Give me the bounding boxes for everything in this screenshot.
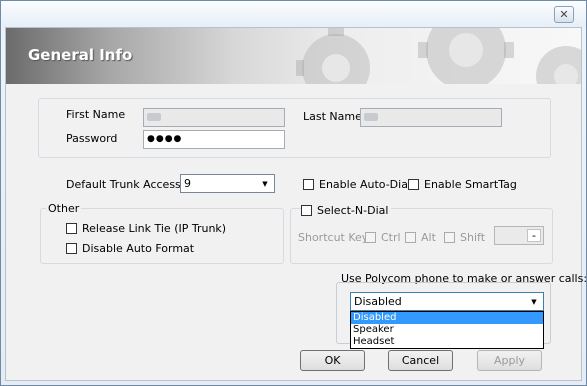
polycom-select[interactable]: Disabled ▼ (350, 292, 544, 311)
other-group (40, 208, 284, 264)
last-name-field[interactable] (360, 108, 502, 127)
other-group-title: Other (46, 202, 82, 215)
dropdown-option-disabled[interactable]: Disabled (351, 312, 543, 324)
checkbox-box (408, 179, 419, 190)
select-n-dial-label: Select-N-Dial (317, 204, 389, 217)
ok-button[interactable]: OK (300, 350, 365, 371)
polycom-selected-value: Disabled (354, 295, 402, 308)
apply-button[interactable]: Apply (477, 350, 542, 371)
last-name-label: Last Name (303, 110, 362, 123)
enable-auto-dial-checkbox[interactable]: Enable Auto-Dial (303, 178, 411, 191)
close-icon: ✕ (559, 8, 569, 21)
default-trunk-label: Default Trunk Access (66, 178, 181, 191)
dropdown-option-headset[interactable]: Headset (351, 336, 543, 348)
polycom-dropdown-list: Disabled Speaker Headset (350, 311, 544, 349)
first-name-value (147, 113, 161, 121)
apply-button-label: Apply (493, 354, 526, 367)
select-n-dial-checkbox[interactable]: Select-N-Dial (301, 204, 392, 217)
checkbox-box (303, 179, 314, 190)
dialog-window: ✕ General Info First Name Last Name Pass… (0, 0, 587, 386)
close-button[interactable]: ✕ (554, 6, 574, 23)
checkbox-box (66, 223, 77, 234)
last-name-value (364, 113, 378, 121)
release-link-tie-label: Release Link Tie (IP Trunk) (82, 222, 227, 235)
banner: General Info (6, 28, 581, 84)
chevron-down-icon: ▼ (531, 297, 537, 306)
enable-smarttag-checkbox[interactable]: Enable SmartTag (408, 178, 517, 191)
release-link-tie-checkbox[interactable]: Release Link Tie (IP Trunk) (66, 222, 226, 235)
shortcut-key-label: Shortcut Key: (298, 231, 372, 244)
ok-button-label: OK (324, 354, 341, 367)
chevron-down-icon: ▼ (262, 179, 268, 188)
banner-title: General Info (28, 46, 133, 64)
alt-label: Alt (421, 231, 436, 244)
checkbox-box (405, 232, 416, 243)
enable-auto-dial-label: Enable Auto-Dial (319, 178, 412, 191)
checkbox-box (301, 205, 312, 216)
first-name-label: First Name (66, 108, 126, 121)
dropdown-option-speaker[interactable]: Speaker (351, 324, 543, 336)
password-label: Password (66, 132, 118, 145)
checkbox-box (365, 232, 376, 243)
shortcut-key-value: - (527, 229, 541, 242)
checkbox-box (66, 243, 77, 254)
shortcut-key-select[interactable]: - (494, 226, 544, 245)
disable-auto-format-checkbox[interactable]: Disable Auto Format (66, 242, 194, 255)
cancel-button-label: Cancel (401, 354, 440, 367)
dialog-body: General Info First Name Last Name Passwo… (5, 27, 587, 381)
ctrl-checkbox[interactable]: Ctrl (365, 231, 401, 244)
disable-auto-format-label: Disable Auto Format (82, 242, 195, 255)
user-info-group (38, 98, 551, 158)
title-bar: ✕ (1, 1, 586, 27)
shift-label: Shift (460, 231, 486, 244)
default-trunk-value: 9 (184, 177, 191, 190)
alt-checkbox[interactable]: Alt (405, 231, 436, 244)
first-name-field[interactable] (143, 108, 285, 127)
checkbox-box (444, 232, 455, 243)
cancel-button[interactable]: Cancel (388, 350, 453, 371)
ctrl-label: Ctrl (381, 231, 401, 244)
enable-smarttag-label: Enable SmartTag (424, 178, 517, 191)
default-trunk-select[interactable]: 9 ▼ (180, 174, 275, 193)
shift-checkbox[interactable]: Shift (444, 231, 485, 244)
password-field[interactable]: ●●●● (143, 130, 285, 149)
